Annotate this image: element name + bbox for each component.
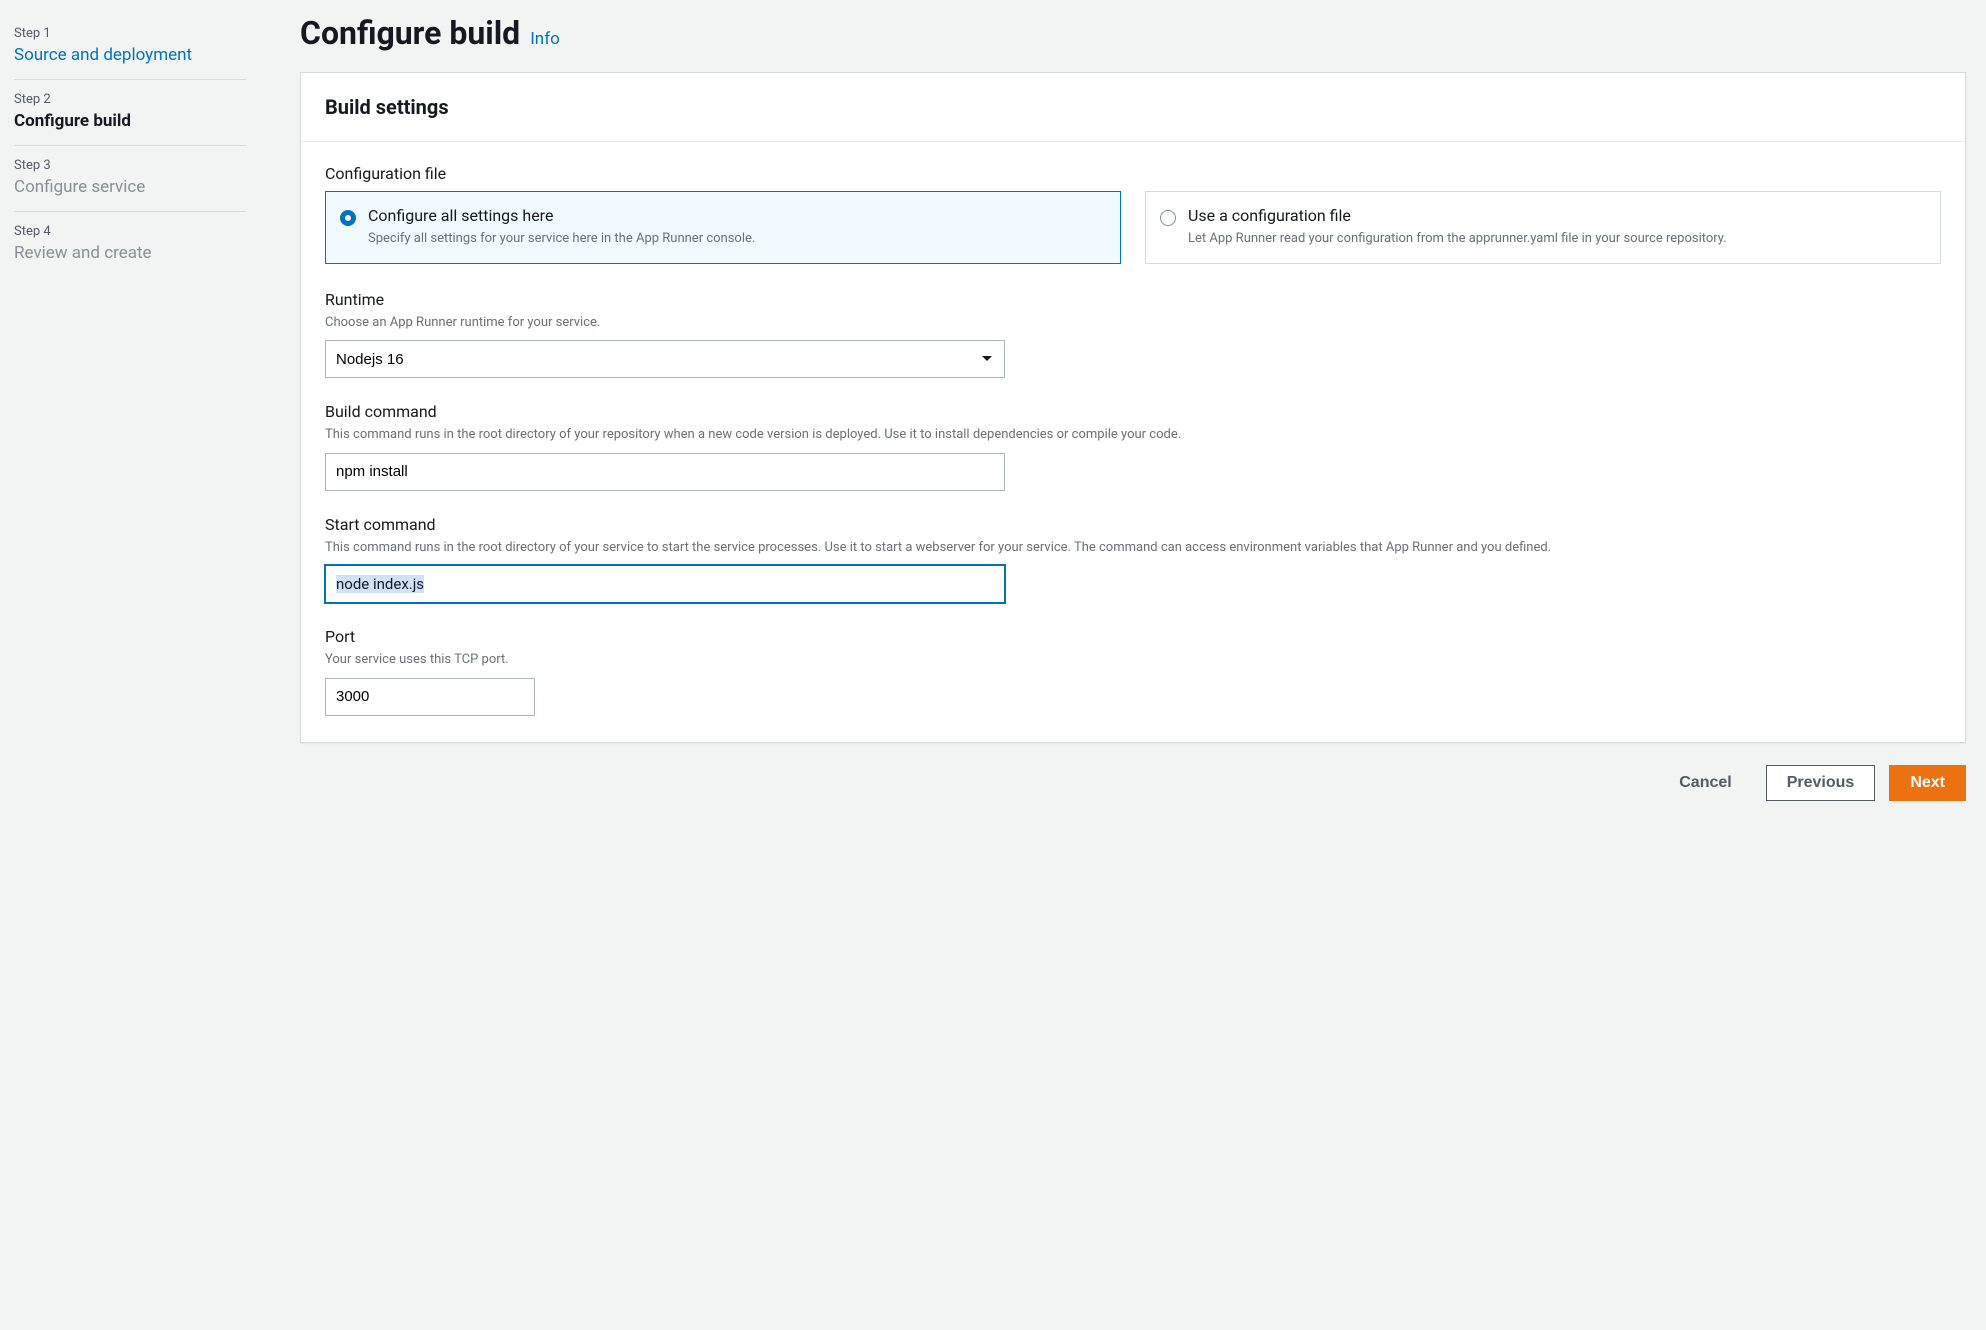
build-command-label: Build command [325, 402, 1941, 421]
step-number: Step 2 [14, 92, 246, 107]
radio-icon [340, 210, 356, 226]
step-title-configure-build: Configure build [14, 111, 246, 131]
radio-title: Configure all settings here [368, 206, 1106, 225]
step-1[interactable]: Step 1 Source and deployment [14, 14, 246, 80]
runtime-label: Runtime [325, 290, 1941, 309]
build-command-desc: This command runs in the root directory … [325, 425, 1941, 445]
previous-button[interactable]: Previous [1766, 765, 1876, 801]
step-title-configure-service: Configure service [14, 177, 246, 197]
step-title-review: Review and create [14, 243, 246, 263]
step-number: Step 3 [14, 158, 246, 173]
panel-title: Build settings [325, 95, 1941, 119]
start-command-desc: This command runs in the root directory … [325, 538, 1941, 558]
start-command-value: node index.js [336, 575, 424, 593]
step-3: Step 3 Configure service [14, 146, 246, 212]
radio-title: Use a configuration file [1188, 206, 1926, 225]
port-input[interactable] [325, 678, 535, 716]
wizard-sidebar: Step 1 Source and deployment Step 2 Conf… [0, 0, 260, 1330]
radio-use-config-file[interactable]: Use a configuration file Let App Runner … [1145, 191, 1941, 264]
info-link[interactable]: Info [530, 29, 560, 49]
port-label: Port [325, 627, 1941, 646]
start-command-label: Start command [325, 515, 1941, 534]
main-content: Configure build Info Build settings Conf… [260, 0, 1986, 1330]
page-title: Configure build [300, 14, 520, 52]
step-2: Step 2 Configure build [14, 80, 246, 146]
step-number: Step 1 [14, 26, 246, 41]
port-desc: Your service uses this TCP port. [325, 650, 1941, 670]
config-file-label: Configuration file [325, 164, 1941, 183]
start-command-input[interactable]: node index.js [325, 565, 1005, 603]
radio-icon [1160, 210, 1176, 226]
runtime-desc: Choose an App Runner runtime for your se… [325, 313, 1941, 333]
build-settings-panel: Build settings Configuration file Config… [300, 72, 1966, 743]
wizard-footer: Cancel Previous Next [300, 743, 1966, 801]
radio-desc: Let App Runner read your configuration f… [1188, 229, 1926, 249]
step-title-source[interactable]: Source and deployment [14, 45, 246, 65]
radio-desc: Specify all settings for your service he… [368, 229, 1106, 249]
build-command-input[interactable] [325, 453, 1005, 491]
radio-configure-here[interactable]: Configure all settings here Specify all … [325, 191, 1121, 264]
next-button[interactable]: Next [1889, 765, 1966, 801]
step-number: Step 4 [14, 224, 246, 239]
cancel-button[interactable]: Cancel [1659, 766, 1751, 800]
step-4: Step 4 Review and create [14, 212, 246, 277]
runtime-select[interactable]: Nodejs 16 [325, 340, 1005, 378]
